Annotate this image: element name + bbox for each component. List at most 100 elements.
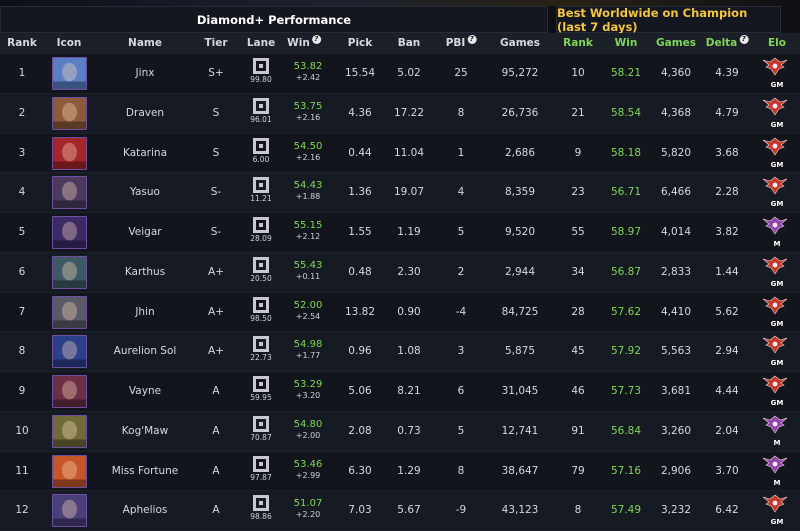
col-rank[interactable]: Rank [7,33,37,54]
best-rank-cell: 28 [571,305,585,318]
table-row[interactable]: 10 Kog'Maw A 70.87 54.80 +2.00 2.08 0.73… [0,411,800,452]
table-row[interactable]: 7 Jhin A+ 98.50 52.00 +2.54 13.82 0.90 -… [0,292,800,333]
rank-cell: 4 [18,186,26,199]
col-ban[interactable]: Ban [398,33,421,54]
champion-portrait[interactable] [52,295,87,329]
win-cell: 55.43 +0.11 [294,260,323,282]
champion-name[interactable]: Katarina [123,134,167,173]
win-rate: 52.00 [293,299,323,311]
col-lane[interactable]: Lane [247,33,275,54]
pbi-cell: 5 [457,226,465,238]
help-icon[interactable]: ? [311,35,321,44]
champion-portrait[interactable] [52,454,87,488]
champion-portrait[interactable] [52,96,87,130]
champion-name[interactable]: Jhin [135,293,154,332]
table-row[interactable]: 9 Vayne A 59.95 53.29 +3.20 5.06 8.21 6 … [0,372,800,412]
champion-portrait[interactable] [52,57,87,90]
table-row[interactable]: 1 Jinx S+ 99.80 53.82 +2.42 15.54 5.02 2… [0,54,800,94]
col-games[interactable]: Games [500,33,540,54]
lane-rate: 6.00 [252,154,270,164]
col-pick[interactable]: Pick [348,33,373,54]
table-row[interactable]: 8 Aurelion Sol A+ 22.73 54.98 +1.77 0.96… [0,332,800,372]
pbi-cell: 2 [457,265,465,278]
col-best-games[interactable]: Games [656,33,696,54]
pbi-cell: 25 [454,67,468,79]
win-rate: 54.98 [293,339,323,351]
champion-name[interactable]: Yasuo [130,173,160,212]
lane-rate: 20.50 [250,273,272,283]
elo-badge[interactable]: M [762,415,792,448]
table-row[interactable]: 12 Aphelios A 98.86 51.07 +2.20 7.03 5.6… [0,491,800,531]
elo-badge[interactable]: GM [762,494,792,527]
col-pbi-wrap[interactable]: PBI? [446,33,477,54]
table-row[interactable]: 11 Miss Fortune A 97.87 53.46 +2.99 6.30… [0,451,800,492]
champion-portrait[interactable] [52,335,87,369]
table-row[interactable]: 4 Yasuo S- 11.21 54.43 +1.88 1.36 19.07 … [0,173,800,213]
lane-rate: 28.09 [250,234,272,243]
lane-cell: 22.73 [250,336,272,367]
champion-name[interactable]: Karthus [125,253,165,292]
elo-badge[interactable]: GM [762,97,792,130]
champion-portrait[interactable] [52,494,87,528]
best-rank-cell: 91 [571,424,585,437]
elo-badge[interactable]: GM [762,296,792,329]
tier-cell: A [212,504,220,517]
table-row[interactable]: 3 Katarina S 6.00 54.50 +2.16 0.44 11.04… [0,133,800,174]
elo-badge-icon [762,415,788,434]
champion-name[interactable]: Kog'Maw [122,412,168,451]
elo-badge[interactable]: GM [762,375,792,408]
pick-cell: 0.48 [348,265,372,278]
elo-badge[interactable]: M [762,216,792,249]
col-best-rank[interactable]: Rank [563,33,593,54]
champion-portrait[interactable] [52,136,87,170]
champion-name[interactable]: Draven [126,94,164,133]
col-name[interactable]: Name [128,33,162,54]
help-icon[interactable]: ? [739,35,749,44]
tier-cell: A [212,385,220,397]
champion-name[interactable]: Jinx [136,54,155,93]
champion-portrait[interactable] [52,176,87,210]
delta-cell: 2.94 [715,345,739,358]
best-rank-cell: 79 [571,464,585,477]
champion-name[interactable]: Vayne [129,372,161,411]
elo-label: M [773,478,781,487]
win-cell: 54.98 +1.77 [294,339,323,361]
pick-cell: 1.36 [348,186,372,199]
col-tier[interactable]: Tier [204,33,227,54]
table-row[interactable]: 5 Veigar S- 28.09 55.15 +2.12 1.55 1.19 … [0,213,800,253]
elo-badge[interactable]: GM [762,176,792,209]
elo-badge[interactable]: M [762,455,792,488]
champion-name[interactable]: Veigar [128,213,161,252]
delta-cell: 3.82 [715,226,739,238]
win-delta: +3.20 [295,391,321,400]
champion-portrait[interactable] [52,216,87,249]
col-elo[interactable]: Elo [768,33,786,54]
lane-cell: 11.21 [250,177,272,208]
champion-name[interactable]: Aurelion Sol [114,332,177,371]
table-row[interactable]: 2 Draven S 96.01 53.75 +2.16 4.36 17.22 … [0,93,800,134]
tier-cell: A [212,424,220,437]
col-win-wrap[interactable]: Win? [287,33,321,54]
rank-cell: 1 [18,67,26,79]
lane-rate: 98.50 [250,313,272,323]
rank-cell: 5 [18,226,26,238]
table-row[interactable]: 6 Karthus A+ 20.50 55.43 +0.11 0.48 2.30… [0,252,800,293]
col-best-win[interactable]: Win [615,33,638,54]
elo-badge[interactable]: GM [762,256,792,289]
champion-portrait-icon [53,137,86,169]
champion-portrait[interactable] [52,414,87,448]
delta-cell: 3.68 [715,146,739,159]
help-icon[interactable]: ? [467,35,477,44]
champion-name[interactable]: Miss Fortune [112,452,179,491]
lane-rate: 99.80 [250,75,272,84]
best-games-cell: 4,410 [660,305,692,318]
col-delta-wrap[interactable]: Delta? [706,33,749,54]
champion-portrait[interactable] [52,255,87,289]
elo-badge[interactable]: GM [762,57,792,90]
champion-name[interactable]: Aphelios [123,491,168,530]
lane-icon [253,495,269,512]
elo-badge[interactable]: GM [762,335,792,368]
best-games-cell: 3,260 [660,424,692,437]
champion-portrait[interactable] [52,375,87,408]
elo-badge[interactable]: GM [762,137,792,170]
